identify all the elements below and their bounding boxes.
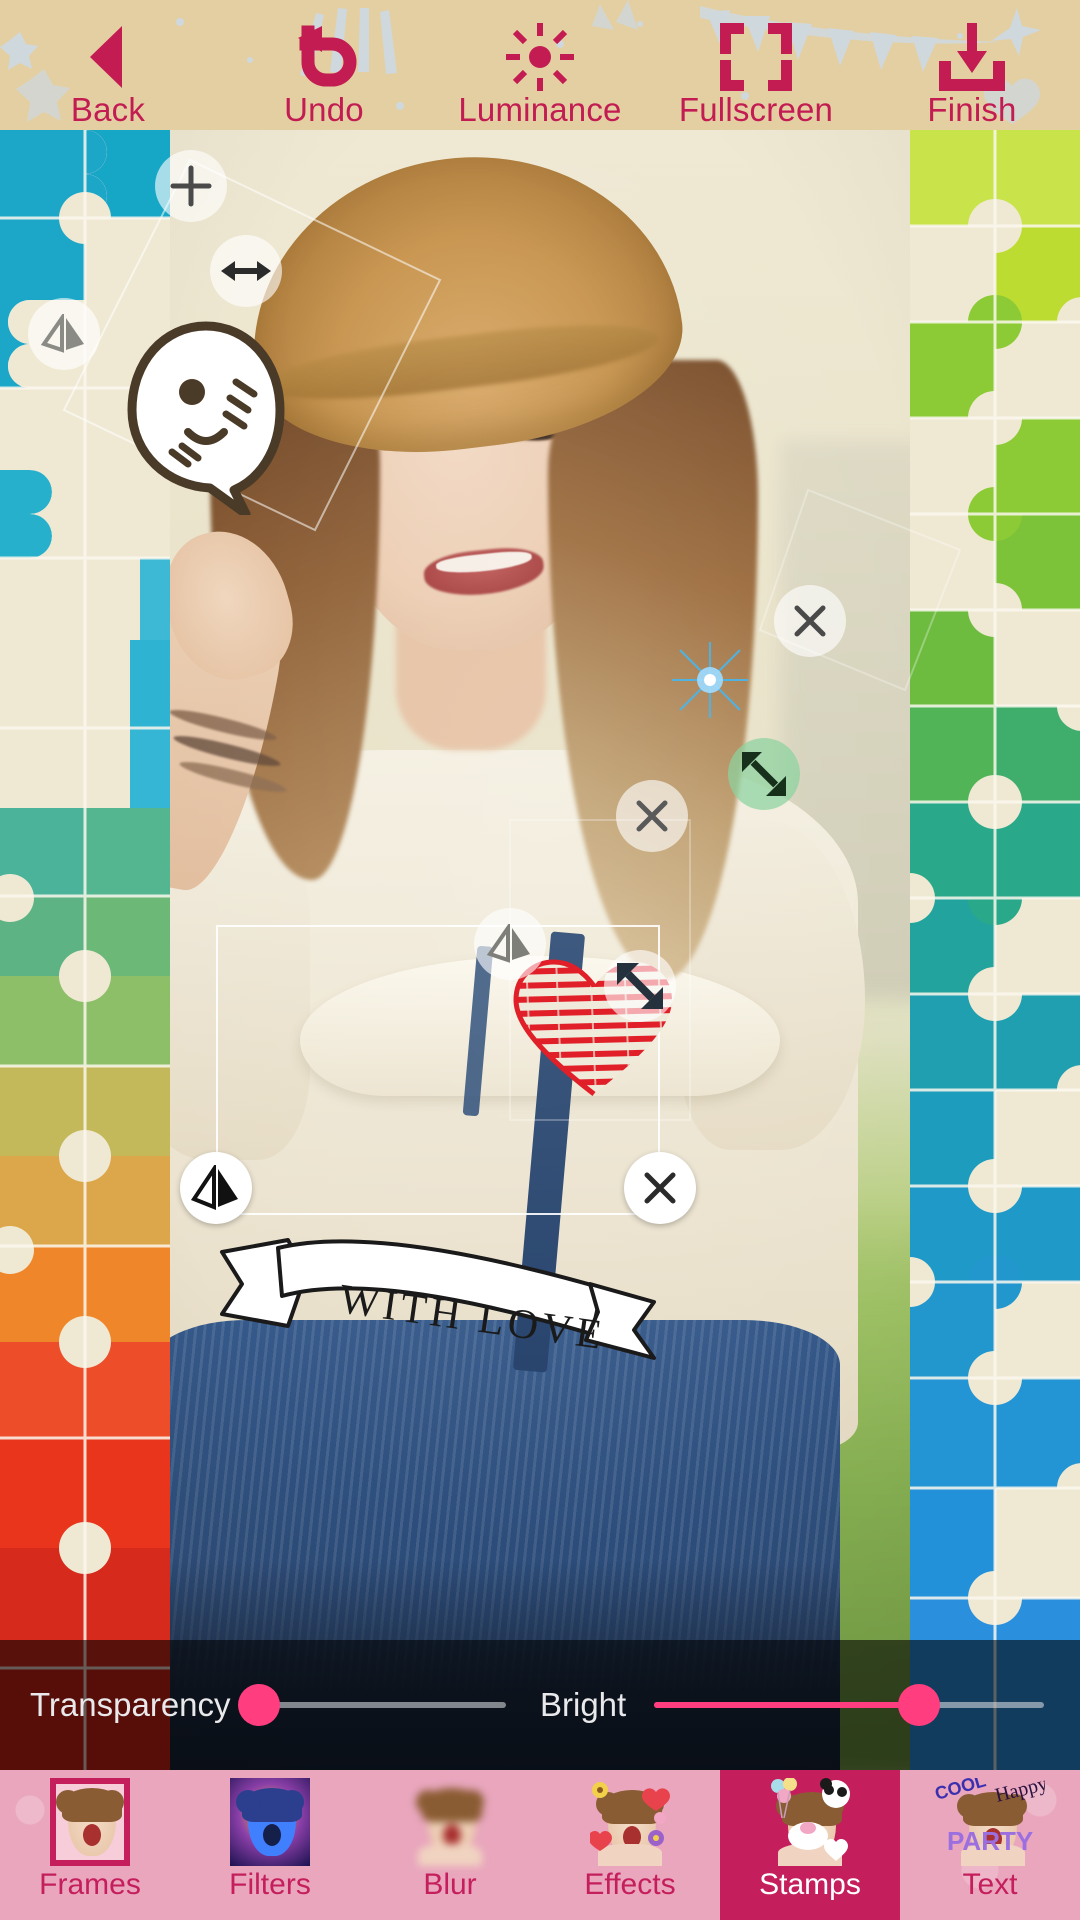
nav-label-stamps: Stamps bbox=[759, 1868, 861, 1901]
flip-handle-ghost[interactable] bbox=[28, 298, 100, 370]
download-save-icon bbox=[931, 22, 1013, 92]
photo-editor-screen: Back Undo Luminance Fullscreen Finish WI… bbox=[0, 0, 1080, 1920]
nav-item-text[interactable]: COOL Happy PARTY Text bbox=[900, 1770, 1080, 1920]
stamps-thumb-icon bbox=[770, 1778, 850, 1866]
text-thumb-word1: Happy bbox=[993, 1778, 1045, 1807]
nav-label-filters: Filters bbox=[229, 1868, 311, 1901]
sparkle-light-sticker[interactable] bbox=[672, 642, 748, 718]
with-love-ribbon-sticker[interactable]: WITH LOVE bbox=[218, 1230, 658, 1365]
resize-handle-ghost[interactable] bbox=[210, 235, 282, 307]
transparency-track[interactable] bbox=[237, 1684, 506, 1726]
fullscreen-button[interactable]: Fullscreen bbox=[648, 0, 864, 130]
nav-label-text: Text bbox=[962, 1868, 1018, 1901]
text-thumb-icon: COOL Happy PARTY bbox=[935, 1778, 1045, 1866]
close-icon bbox=[644, 1172, 676, 1204]
nav-item-filters[interactable]: Filters bbox=[180, 1770, 360, 1920]
bottom-navigation: Frames Filters Blur Effects Stamps COOL … bbox=[0, 1770, 1080, 1920]
flip-icon bbox=[486, 924, 530, 963]
nav-label-blur: Blur bbox=[423, 1868, 477, 1901]
adjustment-sliders: Transparency Bright bbox=[0, 1640, 1080, 1770]
text-decor-icon: COOL Happy PARTY bbox=[935, 1778, 1045, 1856]
photo-canvas[interactable]: WITH LOVE bbox=[0, 130, 1080, 1770]
filters-thumb-icon bbox=[230, 1778, 310, 1866]
top-toolbar: Back Undo Luminance Fullscreen Finish bbox=[0, 0, 1080, 130]
resize-arrows-icon bbox=[742, 752, 786, 796]
effects-thumb-icon bbox=[590, 1778, 670, 1866]
rotate-plus-handle-sparkle[interactable] bbox=[774, 585, 846, 657]
bright-label: Bright bbox=[540, 1686, 627, 1723]
bright-thumb[interactable] bbox=[898, 1684, 941, 1726]
bright-fill bbox=[654, 1702, 920, 1708]
frames-thumb-icon bbox=[50, 1778, 130, 1866]
fullscreen-brackets-icon bbox=[718, 22, 794, 92]
nav-item-stamps[interactable]: Stamps bbox=[720, 1770, 900, 1920]
text-thumb-word2: PARTY bbox=[947, 1826, 1033, 1856]
resize-handle-sparkle[interactable] bbox=[728, 738, 800, 810]
close-handle-selected[interactable] bbox=[624, 1152, 696, 1224]
resize-arrows-icon bbox=[221, 261, 271, 281]
ghost-emoji-sticker[interactable] bbox=[118, 320, 293, 519]
transparency-label: Transparency bbox=[30, 1686, 231, 1723]
blur-thumb-icon bbox=[410, 1778, 490, 1866]
sun-brightness-icon bbox=[503, 22, 577, 92]
transparency-thumb[interactable] bbox=[237, 1684, 280, 1726]
fullscreen-label: Fullscreen bbox=[678, 91, 834, 128]
finish-label: Finish bbox=[927, 91, 1017, 128]
effects-decor-icon bbox=[590, 1782, 670, 1851]
luminance-label: Luminance bbox=[458, 91, 622, 128]
puzzle-frame-right-svg bbox=[910, 130, 1080, 1770]
flip-handle-heart[interactable] bbox=[474, 908, 546, 980]
nav-label-frames: Frames bbox=[39, 1868, 141, 1901]
undo-arrow-icon bbox=[288, 22, 360, 92]
close-icon bbox=[636, 800, 668, 832]
transparency-slider-group: Transparency bbox=[0, 1640, 540, 1770]
stamps-decor-icon bbox=[771, 1778, 850, 1861]
rotate-plus-handle[interactable] bbox=[155, 150, 227, 222]
undo-button[interactable]: Undo bbox=[216, 0, 432, 130]
back-button[interactable]: Back bbox=[0, 0, 216, 130]
nav-item-effects[interactable]: Effects bbox=[540, 1770, 720, 1920]
text-thumb-word3: COOL bbox=[935, 1778, 988, 1804]
flip-handle-selected[interactable] bbox=[180, 1152, 252, 1224]
nav-item-frames[interactable]: Frames bbox=[0, 1770, 180, 1920]
bright-track[interactable] bbox=[654, 1684, 1044, 1726]
resize-handle-heart[interactable] bbox=[604, 950, 676, 1022]
undo-label: Undo bbox=[284, 91, 364, 128]
flip-icon bbox=[40, 314, 84, 353]
plus-icon bbox=[794, 605, 826, 637]
resize-arrows-icon bbox=[617, 963, 663, 1009]
puzzle-frame-right bbox=[910, 130, 1080, 1770]
finish-button[interactable]: Finish bbox=[864, 0, 1080, 130]
bright-slider-group: Bright bbox=[540, 1640, 1080, 1770]
luminance-button[interactable]: Luminance bbox=[432, 0, 648, 130]
nav-item-blur[interactable]: Blur bbox=[360, 1770, 540, 1920]
back-label: Back bbox=[70, 91, 146, 128]
plus-icon bbox=[170, 165, 212, 207]
nav-label-effects: Effects bbox=[584, 1868, 676, 1901]
close-handle-heart[interactable] bbox=[616, 780, 688, 852]
flip-icon bbox=[190, 1165, 238, 1210]
back-triangle-icon bbox=[82, 22, 134, 92]
